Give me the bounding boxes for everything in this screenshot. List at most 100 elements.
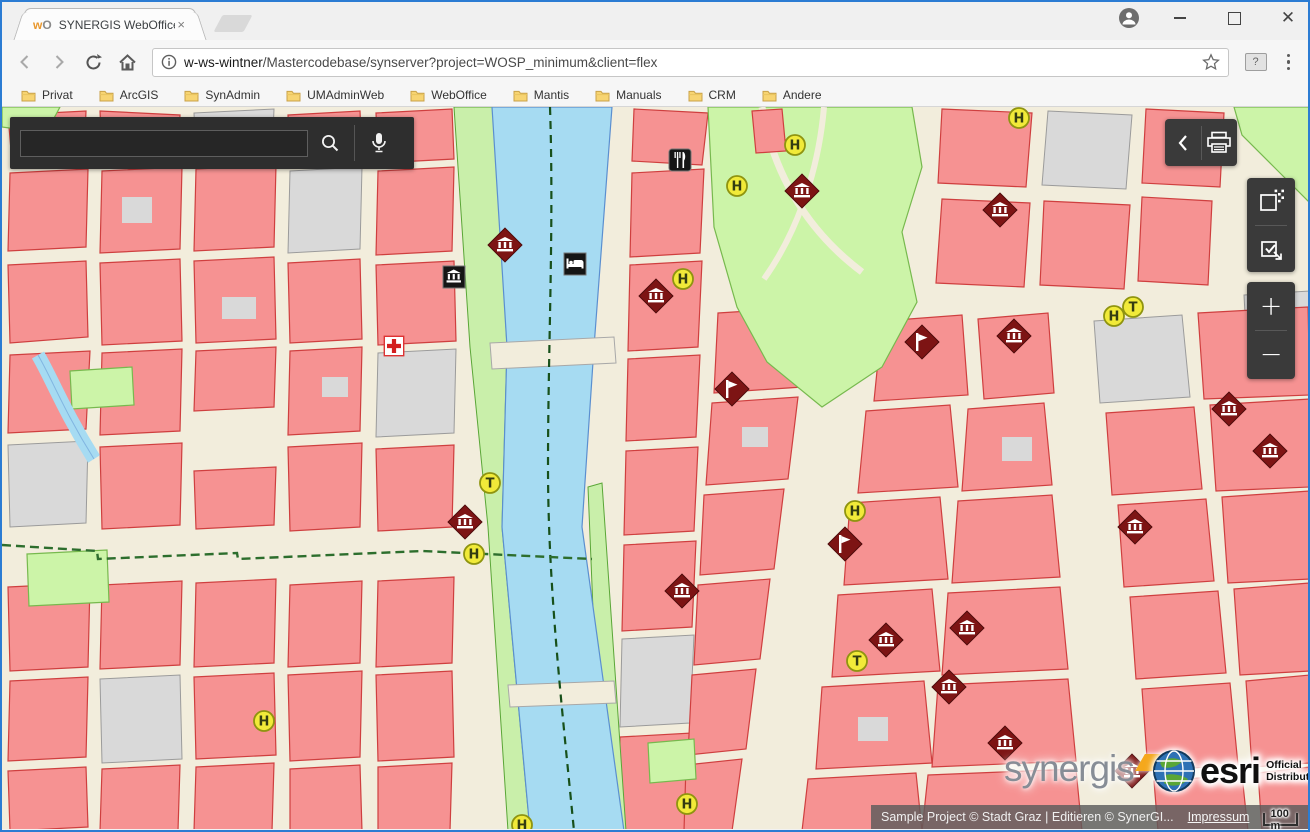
bookmark-folder[interactable]: Manuals [586, 85, 670, 105]
microphone-icon[interactable] [357, 123, 401, 163]
bookmark-folder[interactable]: UMAdminWeb [277, 85, 393, 105]
svg-text:T: T [1129, 301, 1138, 316]
poi-museum-marker[interactable] [443, 266, 466, 289]
new-tab-button[interactable] [213, 15, 252, 32]
address-bar[interactable]: w-ws-wintner/Mastercodebase/synserver?pr… [152, 48, 1229, 77]
home-button[interactable] [112, 47, 142, 77]
bookmark-folder[interactable]: Privat [12, 85, 82, 105]
museum-marker[interactable] [637, 277, 675, 315]
museum-marker[interactable] [1251, 432, 1289, 470]
url-text[interactable]: w-ws-wintner/Mastercodebase/synserver?pr… [184, 55, 1195, 70]
bookmarks-bar: Privat ArcGIS SynAdmin UMAdminWeb WebOff… [2, 84, 1308, 107]
museum-marker[interactable] [1210, 390, 1248, 428]
weboffice-favicon: wO [33, 18, 52, 32]
bookmark-label: ArcGIS [120, 88, 159, 102]
zoom-panel: + − [1247, 282, 1295, 379]
svg-text:H: H [732, 180, 743, 195]
search-icon[interactable] [308, 123, 352, 163]
folder-icon [410, 89, 425, 102]
museum-marker[interactable] [783, 172, 821, 210]
zoom-in-button[interactable]: + [1247, 283, 1295, 330]
print-icon[interactable] [1202, 119, 1237, 166]
transit-stop-marker[interactable]: H [253, 710, 276, 733]
page-info-icon[interactable] [161, 54, 177, 70]
bookmark-label: Andere [783, 88, 822, 102]
restaurant-marker[interactable] [669, 149, 692, 172]
museum-marker[interactable] [930, 668, 968, 706]
layers-select-icon[interactable] [1247, 225, 1295, 272]
browser-menu-icon[interactable] [1277, 54, 1301, 71]
transit-stop-marker[interactable]: T [846, 650, 869, 673]
transit-stop-marker[interactable]: H [726, 175, 749, 198]
museum-marker[interactable] [486, 226, 524, 264]
transit-stop-marker[interactable]: H [1008, 107, 1031, 130]
hospital-marker[interactable] [384, 336, 405, 357]
bookmark-folder[interactable]: SynAdmin [175, 85, 269, 105]
bookmark-label: Privat [42, 88, 73, 102]
transit-stop-marker[interactable]: H [844, 500, 867, 523]
esri-logo: esri OfficialDistributor [1152, 749, 1308, 793]
scale-label: 100 m [1270, 808, 1296, 830]
search-input[interactable] [20, 130, 308, 157]
svg-text:H: H [1014, 112, 1025, 127]
transit-stop-marker[interactable]: H [784, 134, 807, 157]
sight-flag-marker[interactable] [903, 323, 941, 361]
maximize-button[interactable] [1220, 6, 1248, 30]
impressum-link[interactable]: Impressum [1188, 810, 1250, 824]
bookmark-label: SynAdmin [205, 88, 260, 102]
folder-icon [762, 89, 777, 102]
folder-icon [184, 89, 199, 102]
tab-title: SYNERGIS WebOffice [59, 18, 176, 32]
transit-stop-marker[interactable]: H [676, 793, 699, 816]
tab-close-icon[interactable]: × [175, 17, 187, 32]
profile-icon[interactable] [1118, 7, 1140, 29]
esri-globe-icon [1152, 749, 1196, 793]
synergis-logo: synergis [1004, 748, 1162, 790]
museum-marker[interactable] [948, 609, 986, 647]
sight-flag-marker[interactable] [826, 525, 864, 563]
browser-tab[interactable]: wO SYNERGIS WebOffice × [24, 8, 196, 40]
transit-stop-marker[interactable]: T [479, 472, 502, 495]
bookmark-label: Manuals [616, 88, 661, 102]
forward-button[interactable] [44, 47, 74, 77]
window-close-button[interactable]: ✕ [1274, 6, 1302, 30]
svg-text:H: H [259, 715, 270, 730]
bookmark-folder[interactable]: Andere [753, 85, 831, 105]
museum-marker[interactable] [663, 572, 701, 610]
museum-marker[interactable] [981, 191, 1019, 229]
city-map[interactable] [2, 107, 1308, 829]
bookmark-star-icon[interactable] [1202, 53, 1220, 71]
bookmark-folder[interactable]: CRM [679, 85, 745, 105]
svg-text:H: H [678, 273, 689, 288]
museum-marker[interactable] [995, 317, 1033, 355]
map-search-panel [10, 117, 414, 169]
sight-flag-marker[interactable] [713, 370, 751, 408]
bookmark-folder[interactable]: ArcGIS [90, 85, 168, 105]
bookmark-label: Mantis [534, 88, 569, 102]
svg-text:H: H [517, 819, 528, 830]
browser-toolbar: w-ws-wintner/Mastercodebase/synserver?pr… [2, 40, 1308, 84]
extension-button[interactable]: ? [1245, 53, 1267, 71]
svg-text:H: H [850, 505, 861, 520]
transit-stop-marker[interactable]: T [1122, 296, 1145, 319]
zoom-out-button[interactable]: − [1247, 331, 1295, 378]
basemap-icon[interactable] [1247, 178, 1295, 225]
minimize-button[interactable] [1166, 6, 1194, 30]
bookmark-label: WebOffice [431, 88, 487, 102]
museum-marker[interactable] [867, 621, 905, 659]
bookmark-folder[interactable]: WebOffice [401, 85, 496, 105]
map-viewport[interactable]: HHHHHHHHHHTTT [2, 107, 1308, 829]
museum-marker[interactable] [1116, 508, 1154, 546]
transit-stop-marker[interactable]: H [511, 814, 534, 830]
svg-text:H: H [682, 798, 693, 813]
top-right-panel [1165, 119, 1237, 166]
reload-button[interactable] [78, 47, 108, 77]
bookmark-folder[interactable]: Mantis [504, 85, 578, 105]
back-button[interactable] [10, 47, 40, 77]
svg-text:T: T [486, 477, 495, 492]
bookmark-label: CRM [709, 88, 736, 102]
hotel-marker[interactable] [564, 253, 587, 276]
museum-marker[interactable] [446, 503, 484, 541]
transit-stop-marker[interactable]: H [463, 543, 486, 566]
collapse-panel-icon[interactable] [1166, 119, 1201, 166]
